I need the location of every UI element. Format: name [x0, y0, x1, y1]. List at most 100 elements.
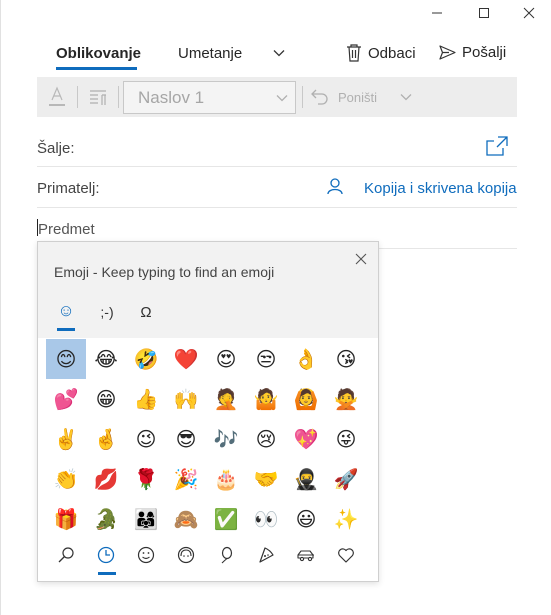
chevron-down-icon	[273, 50, 285, 57]
emoji-cell[interactable]: 🙆	[286, 379, 326, 419]
to-label: Primatelj:	[37, 180, 100, 197]
close-window-button[interactable]	[518, 2, 540, 24]
emoji-cell[interactable]: 🎶	[206, 419, 246, 459]
discard-label: Odbaci	[368, 44, 416, 62]
emoji-cell[interactable]: 🤦	[206, 379, 246, 419]
emoji-cell[interactable]: 😘	[326, 339, 366, 379]
symbols-category-button[interactable]	[326, 542, 366, 568]
undo-icon	[311, 89, 328, 105]
tab-format[interactable]: Oblikovanje	[56, 45, 141, 62]
emoji-cell[interactable]: 🙈	[166, 499, 206, 539]
emoji-panel-title: Emoji - Keep typing to find an emoji	[54, 264, 275, 280]
smiley-category-button[interactable]	[126, 542, 166, 568]
emoji-cell[interactable]: 💕	[46, 379, 86, 419]
emoji-cell[interactable]: 👏	[46, 459, 86, 499]
emoji-cell[interactable]: ✌️	[46, 419, 86, 459]
tab-kaomoji[interactable]: ;-)	[92, 304, 122, 322]
emoji-panel: Emoji - Keep typing to find an emoji ☺ ;…	[37, 241, 379, 582]
tab-emoji[interactable]: ☺	[53, 301, 79, 320]
paragraph-format-button[interactable]	[86, 84, 110, 110]
emoji-cell[interactable]: 💖	[286, 419, 326, 459]
emoji-cell[interactable]: 👨‍👩‍👧	[126, 499, 166, 539]
people-category-button[interactable]	[166, 542, 206, 568]
emoji-cell[interactable]: 🚀	[326, 459, 366, 499]
tab-symbols[interactable]: Ω	[133, 304, 159, 322]
travel-category-button[interactable]	[286, 542, 326, 568]
paragraph-icon	[90, 90, 106, 105]
subject-placeholder: Predmet	[38, 221, 95, 238]
window-left-edge	[0, 0, 1, 615]
font-color-button[interactable]	[45, 84, 69, 110]
emoji-cell[interactable]: 🎁	[46, 499, 86, 539]
style-select[interactable]: Naslov 1	[123, 81, 296, 114]
emoji-cell[interactable]: 👀	[246, 499, 286, 539]
emoji-cell[interactable]: ✅	[206, 499, 246, 539]
send-icon	[439, 45, 456, 60]
emoji-cell[interactable]: 🐊	[86, 499, 126, 539]
emoji-cell[interactable]: 🤞	[86, 419, 126, 459]
recipient-picker-button[interactable]	[326, 177, 344, 200]
emoji-cell[interactable]: 😒	[246, 339, 286, 379]
emoji-cell[interactable]: ❤️	[166, 339, 206, 379]
undo-dropdown[interactable]	[399, 90, 413, 109]
emoji-cell[interactable]: 😊	[46, 339, 86, 379]
undo-button[interactable]: Poništi	[310, 84, 377, 110]
pop-out-icon	[486, 136, 508, 156]
emoji-cell[interactable]: 😁	[86, 379, 126, 419]
emoji-cell[interactable]: 🙅	[326, 379, 366, 419]
emoji-cell[interactable]: 😢	[246, 419, 286, 459]
send-label: Pošalji	[462, 44, 507, 61]
discard-button[interactable]: Odbaci	[346, 44, 416, 62]
search-emoji-button[interactable]	[46, 542, 86, 568]
emoji-cell[interactable]: 🙌	[166, 379, 206, 419]
cc-bcc-link[interactable]: Kopija i skrivena kopija	[364, 180, 517, 197]
emoji-cell[interactable]: 💋	[86, 459, 126, 499]
category-tab-indicator	[57, 328, 75, 331]
tab-insert[interactable]: Umetanje	[178, 45, 242, 62]
undo-label: Poništi	[338, 89, 378, 105]
toolbar-separator	[77, 86, 78, 108]
pop-out-button[interactable]	[486, 136, 508, 161]
emoji-cell[interactable]: 🤝	[246, 459, 286, 499]
emoji-cell[interactable]: 👍	[126, 379, 166, 419]
emoji-cell[interactable]: 😃	[286, 499, 326, 539]
send-button[interactable]: Pošalji	[439, 44, 506, 61]
emoji-cell[interactable]: 😉	[126, 419, 166, 459]
emoji-cell[interactable]: 😂	[86, 339, 126, 379]
emoji-cell[interactable]: 🎉	[166, 459, 206, 499]
emoji-category-bar	[46, 542, 370, 568]
subject-field[interactable]: Predmet	[37, 218, 517, 240]
person-icon	[327, 178, 343, 195]
recent-emoji-button[interactable]	[86, 542, 126, 568]
trash-icon	[347, 44, 361, 62]
recent-icon	[97, 546, 115, 564]
emoji-grid: 😊 😂 🤣 ❤️ 😍 😒 👌 😘 💕 😁 👍 🙌 🤦 🤷 🙆 🙅 ✌️ 🤞 😉 😎 🎶 😢 💖 😜 👏 💋 🌹 🎉 🎂 🤝 🥷 🚀 🎁 🐊 👨‍👩‍…	[46, 339, 370, 539]
balloon-icon	[221, 546, 233, 564]
emoji-cell[interactable]: 🤷	[246, 379, 286, 419]
emoji-cell[interactable]: 😜	[326, 419, 366, 459]
emoji-cell[interactable]: 😍	[206, 339, 246, 379]
maximize-button[interactable]	[473, 2, 495, 24]
chevron-down-icon	[400, 94, 412, 101]
active-tab-indicator	[56, 67, 137, 70]
smiley-icon	[137, 546, 155, 564]
bottom-category-indicator	[98, 572, 116, 575]
more-tabs-button[interactable]	[272, 46, 286, 65]
emoji-cell[interactable]: 👌	[286, 339, 326, 379]
minimize-button[interactable]	[426, 2, 448, 24]
emoji-cell[interactable]: 🥷	[286, 459, 326, 499]
emoji-cell[interactable]: 🤣	[126, 339, 166, 379]
close-emoji-panel-button[interactable]	[355, 252, 369, 266]
emoji-cell[interactable]: 🌹	[126, 459, 166, 499]
toolbar-separator	[302, 86, 303, 108]
food-category-button[interactable]	[246, 542, 286, 568]
from-label: Šalje:	[37, 140, 75, 157]
emoji-cell[interactable]: 🎂	[206, 459, 246, 499]
emoji-cell[interactable]: ✨	[326, 499, 366, 539]
close-icon	[523, 7, 535, 19]
celebration-category-button[interactable]	[206, 542, 246, 568]
emoji-cell[interactable]: 😎	[166, 419, 206, 459]
close-icon	[355, 253, 367, 265]
heart-icon	[338, 548, 354, 563]
field-divider	[37, 166, 517, 167]
